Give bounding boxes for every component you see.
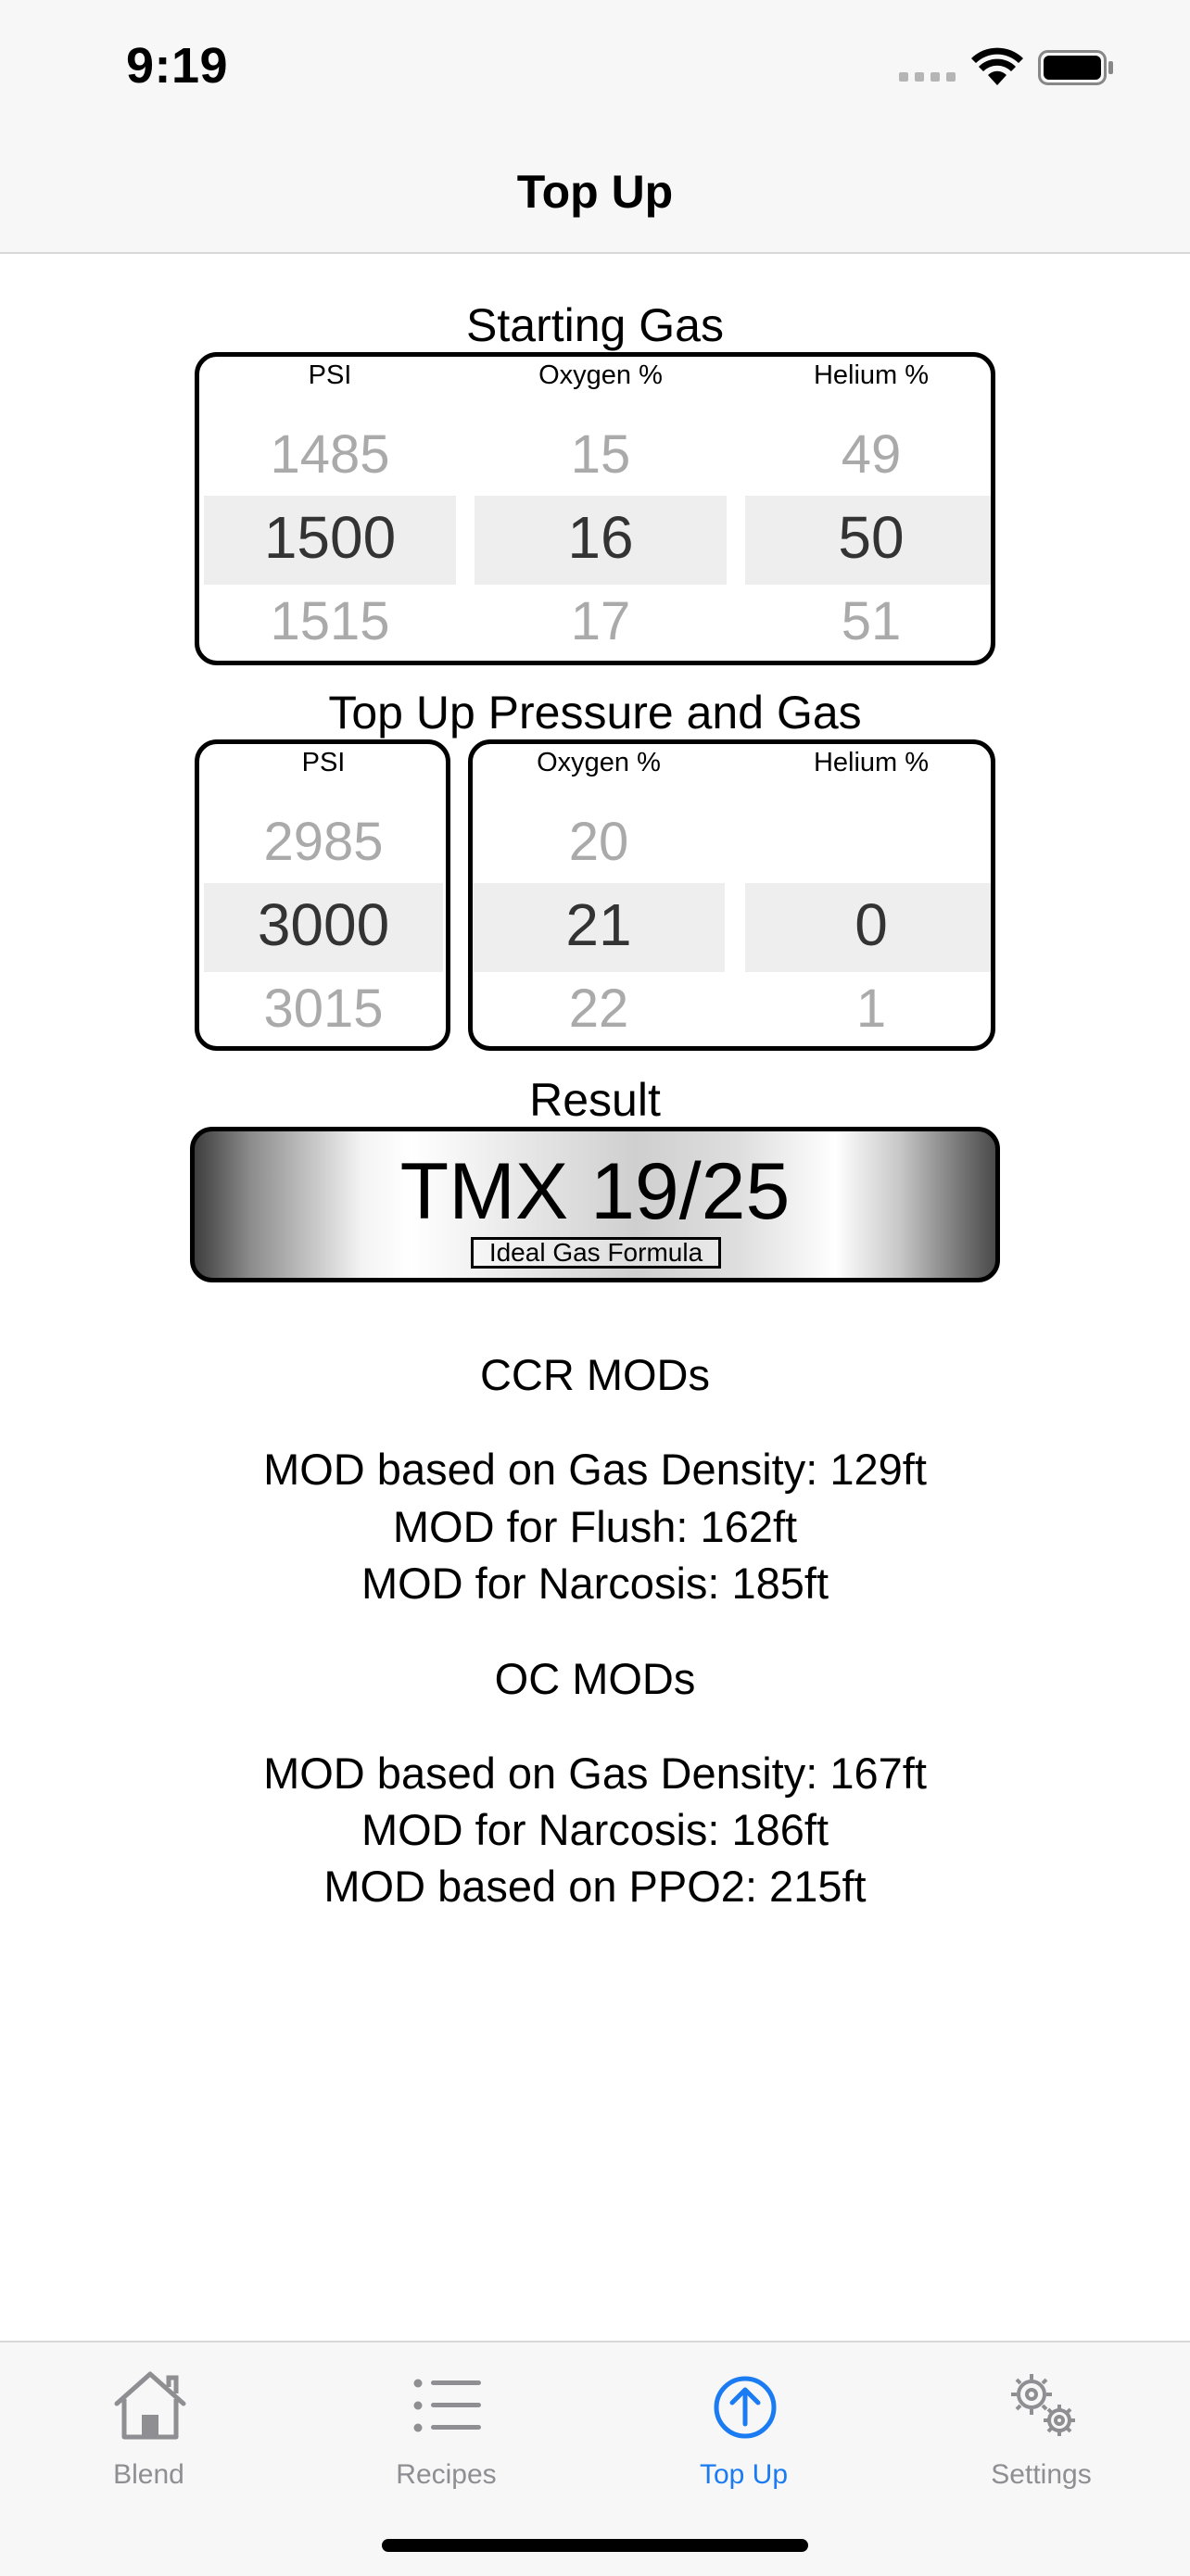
ccr-mods-title: CCR MODs bbox=[479, 1350, 711, 1399]
tab-top-up[interactable]: Top Up bbox=[595, 2342, 892, 2528]
ccr-mod-line: MOD for Narcosis: 185ft bbox=[361, 1559, 829, 1608]
status-time: 9:19 bbox=[126, 38, 229, 94]
tab-blend[interactable]: Blend bbox=[0, 2342, 298, 2528]
tab-label: Blend bbox=[113, 2459, 184, 2490]
psi-option[interactable]: 1485 bbox=[204, 423, 456, 486]
psi-column-label: PSI bbox=[301, 748, 346, 777]
battery-icon bbox=[1038, 50, 1113, 85]
house-icon bbox=[114, 2371, 186, 2440]
result-title: Result bbox=[529, 1074, 661, 1126]
oc-mods-title: OC MODs bbox=[494, 1654, 696, 1703]
starting-gas-picker[interactable]: PSI Oxygen % Helium % 1485 1500 1515 15 … bbox=[195, 352, 995, 665]
tab-label: Recipes bbox=[396, 2459, 497, 2490]
gears-icon bbox=[1011, 2374, 1075, 2436]
oxygen-option[interactable]: 22 bbox=[473, 978, 725, 1040]
helium-column-label: Helium % bbox=[813, 748, 930, 777]
top-up-gas-picker[interactable]: Oxygen % Helium % 20 21 22 0 1 bbox=[468, 739, 995, 1051]
tab-label: Settings bbox=[991, 2459, 1092, 2490]
home-indicator[interactable] bbox=[382, 2539, 808, 2552]
oxygen-column-label: Oxygen % bbox=[537, 748, 661, 777]
formula-badge: Ideal Gas Formula bbox=[471, 1237, 721, 1269]
oxygen-option[interactable]: 20 bbox=[473, 811, 725, 873]
oxygen-selected-value[interactable]: 16 bbox=[475, 503, 727, 572]
helium-selected-value[interactable]: 0 bbox=[745, 890, 991, 959]
tab-recipes[interactable]: Recipes bbox=[298, 2342, 595, 2528]
psi-column-label: PSI bbox=[308, 360, 352, 390]
starting-gas-title: Starting Gas bbox=[466, 299, 724, 351]
oc-mod-line: MOD for Narcosis: 186ft bbox=[361, 1805, 829, 1854]
psi-option[interactable]: 3015 bbox=[199, 978, 446, 1040]
result-mix: TMX 19/25 bbox=[399, 1147, 791, 1236]
oxygen-option[interactable]: 15 bbox=[475, 423, 727, 486]
arrow-up-circle-icon bbox=[714, 2376, 777, 2439]
top-up-title: Top Up Pressure and Gas bbox=[328, 687, 862, 739]
list-icon bbox=[413, 2379, 481, 2432]
oc-mod-line: MOD based on Gas Density: 167ft bbox=[263, 1749, 927, 1798]
oxygen-selected-value[interactable]: 21 bbox=[473, 890, 725, 959]
tab-label: Top Up bbox=[699, 2459, 789, 2490]
ccr-mod-line: MOD based on Gas Density: 129ft bbox=[263, 1445, 927, 1494]
top-bar: 9:19 Top Up bbox=[0, 0, 1190, 254]
helium-option[interactable]: 49 bbox=[745, 423, 991, 486]
tab-settings[interactable]: Settings bbox=[892, 2342, 1190, 2528]
helium-selected-value[interactable]: 50 bbox=[745, 503, 991, 572]
psi-option[interactable]: 2985 bbox=[199, 811, 446, 873]
oxygen-column-label: Oxygen % bbox=[538, 360, 663, 390]
result-plate: TMX 19/25 Ideal Gas Formula bbox=[190, 1127, 1000, 1282]
psi-selected-value[interactable]: 3000 bbox=[199, 890, 446, 959]
psi-selected-value[interactable]: 1500 bbox=[204, 503, 456, 572]
psi-option[interactable]: 1515 bbox=[204, 590, 456, 652]
oc-mod-line: MOD based on PPO2: 215ft bbox=[323, 1862, 867, 1911]
helium-column-label: Helium % bbox=[813, 360, 930, 390]
top-up-pressure-picker[interactable]: PSI 2985 3000 3015 bbox=[195, 739, 450, 1051]
helium-option[interactable]: 51 bbox=[745, 590, 991, 652]
oxygen-option[interactable]: 17 bbox=[475, 590, 727, 652]
ccr-mod-line: MOD for Flush: 162ft bbox=[392, 1502, 798, 1551]
cellular-signal-icon bbox=[899, 72, 956, 85]
wifi-icon bbox=[971, 47, 1023, 85]
page-title: Top Up bbox=[516, 166, 674, 218]
helium-option[interactable]: 1 bbox=[745, 978, 991, 1040]
